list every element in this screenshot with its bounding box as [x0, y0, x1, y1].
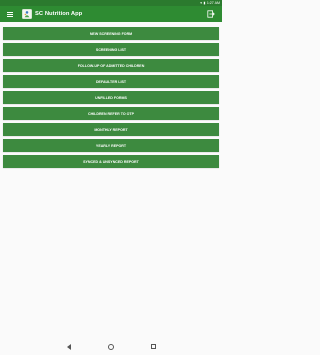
unfilled-forms-button[interactable]: UNFILLED FORMS — [3, 91, 219, 104]
defaulter-list-button[interactable]: DEFAULTER LIST — [3, 75, 219, 88]
app-logo — [22, 9, 32, 19]
logout-icon[interactable] — [206, 9, 216, 19]
system-nav-bar — [0, 338, 222, 355]
follow-up-admitted-children-button[interactable]: FOLLOW-UP OF ADMITTED CHILDREN — [3, 59, 219, 72]
new-screening-form-button[interactable]: NEW SCREENING FORM — [3, 27, 219, 40]
app-bar: SC Nutrition App — [0, 6, 222, 22]
yearly-report-button[interactable]: YEARLY REPORT — [3, 139, 219, 152]
monthly-report-button[interactable]: MONTHLY REPORT — [3, 123, 219, 136]
main-menu: NEW SCREENING FORM SCREENING LIST FOLLOW… — [3, 27, 219, 168]
hamburger-menu-icon[interactable] — [4, 6, 16, 22]
children-refer-to-otp-button[interactable]: CHILDREN REFER TO OTP — [3, 107, 219, 120]
screening-list-button[interactable]: SCREENING LIST — [3, 43, 219, 56]
app-title: SC Nutrition App — [35, 11, 83, 17]
home-icon[interactable] — [106, 342, 116, 352]
recent-apps-icon[interactable] — [148, 342, 158, 352]
synced-unsynced-report-button[interactable]: SYNCED & UNSYNCED REPORT — [3, 155, 219, 168]
status-time: 1:27 AM — [206, 1, 220, 5]
back-icon[interactable] — [64, 342, 74, 352]
